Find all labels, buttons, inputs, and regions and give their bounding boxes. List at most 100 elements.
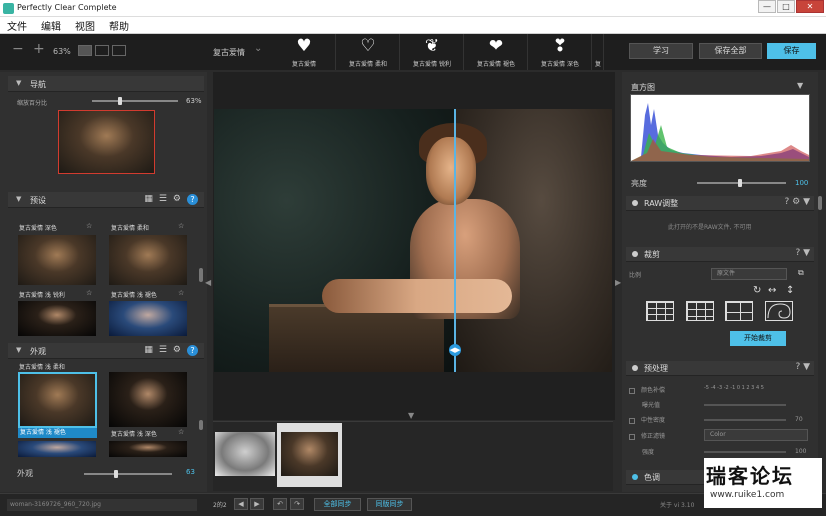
slider-knob[interactable]: [738, 179, 742, 187]
zoom-out-button[interactable]: −: [12, 41, 24, 57]
save-button[interactable]: 保存: [767, 43, 816, 59]
preset-item-partial[interactable]: 复: [592, 34, 604, 70]
collapse-icon[interactable]: ▼: [16, 195, 21, 203]
crop-ratio-select[interactable]: 原文件: [711, 268, 787, 280]
section-tools-icon[interactable]: ? ▼: [795, 248, 810, 258]
grid-view-icon[interactable]: ▦: [144, 345, 153, 356]
processing-section-header[interactable]: 预处理 ? ▼: [626, 361, 814, 376]
rotate-right-button[interactable]: ↷: [290, 498, 304, 510]
menu-edit[interactable]: 编辑: [34, 17, 68, 33]
sync-same-button[interactable]: 同版同步: [367, 498, 412, 511]
raw-section-header[interactable]: RAW调整 ? ⚙ ▼: [626, 196, 814, 211]
help-icon[interactable]: ?: [187, 194, 198, 205]
preset-thumbnail[interactable]: [109, 235, 187, 285]
crop-tool-icon[interactable]: ⧉: [798, 268, 804, 278]
rotate-left-button[interactable]: ↶: [273, 498, 287, 510]
menu-file[interactable]: 文件: [0, 17, 34, 33]
minimize-button[interactable]: —: [758, 0, 776, 13]
collapse-left-arrow-icon[interactable]: ◀: [205, 278, 211, 287]
save-all-button[interactable]: 保存全部: [699, 43, 762, 59]
preset-item[interactable]: ❦ 复古爱情 锐利: [400, 34, 464, 70]
exposure-comp-slider[interactable]: [704, 404, 786, 406]
split-handle-icon[interactable]: ◀▶: [449, 344, 461, 356]
collapse-bottom-arrow-icon[interactable]: ▼: [408, 411, 414, 420]
checkbox[interactable]: [629, 417, 635, 424]
navigator-preview[interactable]: [58, 110, 155, 174]
prev-image-button[interactable]: ◀: [234, 498, 248, 510]
start-crop-button[interactable]: 开始裁剪: [730, 331, 786, 346]
filter-strength-slider[interactable]: [704, 451, 786, 453]
look-thumbnail[interactable]: [109, 441, 187, 457]
rotate-icon[interactable]: ↻: [753, 285, 761, 296]
section-tools-icon[interactable]: ? ▼: [795, 362, 810, 372]
list-view-icon[interactable]: ☰: [159, 194, 167, 205]
grid-view-icon[interactable]: ▦: [144, 194, 153, 205]
crop-grid-fine-icon[interactable]: [646, 301, 674, 321]
navigator-header[interactable]: ▼ 导航: [8, 76, 204, 92]
crop-section-header[interactable]: 裁剪 ? ▼: [626, 247, 814, 262]
gear-icon[interactable]: ⚙: [173, 194, 181, 205]
look-strength-slider[interactable]: [84, 470, 172, 478]
image-canvas[interactable]: ◀▶ ▼: [213, 72, 615, 420]
maximize-button[interactable]: □: [777, 0, 795, 13]
zoom-slider[interactable]: [92, 97, 178, 105]
look-thumbnail[interactable]: [18, 441, 96, 457]
crop-grid-thirds-icon[interactable]: [686, 301, 714, 321]
file-name-field[interactable]: woman-3169726_960_720.jpg: [7, 499, 197, 511]
checkbox[interactable]: [629, 387, 635, 394]
preset-thumbnail[interactable]: [18, 235, 96, 285]
star-icon[interactable]: ☆: [86, 222, 92, 230]
star-icon[interactable]: ☆: [178, 289, 184, 297]
flip-horizontal-icon[interactable]: ↔: [768, 285, 776, 296]
star-icon[interactable]: ☆: [178, 222, 184, 230]
preset-item[interactable]: ♡ 复古爱情 柔和: [336, 34, 400, 70]
checkbox[interactable]: [629, 433, 635, 440]
learn-button[interactable]: 学习: [629, 43, 693, 59]
help-icon[interactable]: ?: [187, 345, 198, 356]
flip-vertical-icon[interactable]: ↕: [786, 285, 794, 296]
nd-slider[interactable]: [704, 419, 786, 421]
star-icon[interactable]: ☆: [178, 428, 184, 436]
presets-scrollbar[interactable]: [199, 268, 203, 282]
preset-item[interactable]: ❣ 复古爱情 深色: [528, 34, 592, 70]
right-scrollbar[interactable]: [818, 196, 822, 210]
close-button[interactable]: ✕: [796, 0, 824, 13]
chevron-down-icon[interactable]: ⌄: [254, 43, 262, 54]
next-image-button[interactable]: ▶: [250, 498, 264, 510]
preset-thumbnail[interactable]: [18, 301, 96, 336]
collapse-icon[interactable]: ▼: [16, 346, 21, 354]
collapse-icon[interactable]: ▼: [16, 79, 21, 87]
before-after-split-line[interactable]: [454, 109, 456, 372]
film-thumbnail[interactable]: [215, 432, 275, 476]
sync-all-button[interactable]: 全部同步: [314, 498, 361, 511]
look-thumbnail[interactable]: [109, 372, 187, 427]
section-tools-icon[interactable]: ? ⚙ ▼: [785, 197, 811, 207]
collapse-right-arrow-icon[interactable]: ▶: [615, 278, 621, 287]
slider-knob[interactable]: [114, 470, 118, 478]
crop-golden-spiral-icon[interactable]: [765, 301, 793, 321]
tone-section-header[interactable]: 色调: [626, 470, 704, 485]
preset-thumbnail[interactable]: [109, 301, 187, 336]
single-view-icon[interactable]: [78, 45, 92, 56]
crop-grid-quarters-icon[interactable]: [725, 301, 753, 321]
film-thumbnail-selected[interactable]: [277, 423, 342, 487]
looks-scrollbar[interactable]: [199, 420, 203, 430]
look-thumbnail-selected[interactable]: [18, 372, 97, 428]
split-view-icon[interactable]: [95, 45, 109, 56]
zoom-in-button[interactable]: +: [33, 41, 45, 57]
exposure-slider[interactable]: [697, 179, 786, 187]
looks-header[interactable]: ▼ 外观 ▦ ☰ ⚙ ?: [8, 343, 204, 359]
preset-item[interactable]: ❤ 复古爱情 褪色: [464, 34, 528, 70]
collapse-icon[interactable]: ▼: [797, 81, 803, 90]
preset-dropdown[interactable]: 复古爱情: [213, 47, 245, 58]
menu-view[interactable]: 视图: [68, 17, 102, 33]
menu-help[interactable]: 帮助: [102, 17, 136, 33]
star-icon[interactable]: ☆: [86, 289, 92, 297]
preset-item[interactable]: ♥ 复古爱情: [272, 34, 336, 70]
filter-select[interactable]: Color: [704, 429, 808, 441]
slider-knob[interactable]: [118, 97, 122, 105]
side-by-side-view-icon[interactable]: [112, 45, 126, 56]
list-view-icon[interactable]: ☰: [159, 345, 167, 356]
presets-header[interactable]: ▼ 预设 ▦ ☰ ⚙ ?: [8, 192, 204, 208]
gear-icon[interactable]: ⚙: [173, 345, 181, 356]
